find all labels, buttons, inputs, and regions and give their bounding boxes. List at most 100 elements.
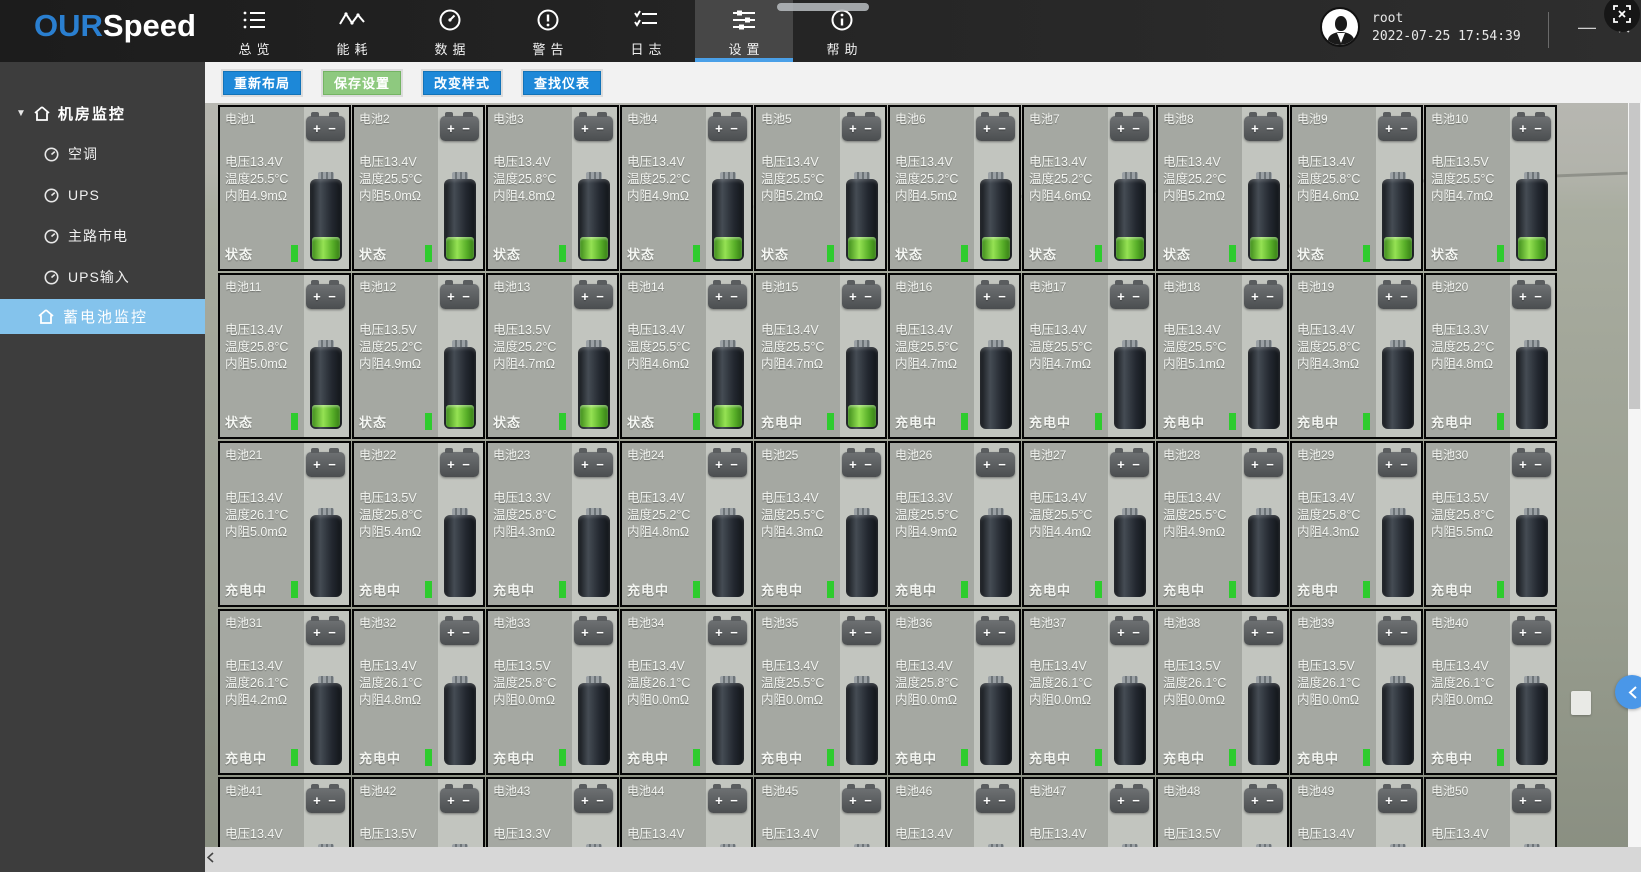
- battery-card[interactable]: 电池17 + − 电压13.4V 温度25.5°C 内阻4.7mΩ 充电中: [1022, 273, 1155, 439]
- battery-card[interactable]: 电池30 + − 电压13.5V 温度25.8°C 内阻5.5mΩ 充电中: [1424, 441, 1557, 607]
- battery-terminals-icon[interactable]: + −: [842, 116, 881, 141]
- battery-terminals-icon[interactable]: + −: [306, 116, 345, 141]
- battery-terminals-icon[interactable]: + −: [574, 788, 613, 813]
- battery-card[interactable]: 电池31 + − 电压13.4V 温度26.1°C 内阻4.2mΩ 充电中: [218, 609, 351, 775]
- battery-card[interactable]: 电池39 + − 电压13.5V 温度26.1°C 内阻0.0mΩ 充电中: [1290, 609, 1423, 775]
- battery-card[interactable]: 电池22 + − 电压13.5V 温度25.8°C 内阻5.4mΩ 充电中: [352, 441, 485, 607]
- battery-terminals-icon[interactable]: + −: [842, 452, 881, 477]
- battery-card[interactable]: 电池35 + − 电压13.4V 温度25.5°C 内阻0.0mΩ 充电中: [754, 609, 887, 775]
- battery-card[interactable]: 电池16 + − 电压13.4V 温度25.5°C 内阻4.7mΩ 充电中: [888, 273, 1021, 439]
- battery-card[interactable]: 电池47 + − 电压13.4V: [1022, 777, 1155, 847]
- battery-terminals-icon[interactable]: + −: [574, 620, 613, 645]
- sidebar-item-mains[interactable]: 主路市电: [0, 222, 205, 250]
- battery-terminals-icon[interactable]: + −: [574, 116, 613, 141]
- battery-card[interactable]: 电池2 + − 电压13.4V 温度25.5°C 内阻5.0mΩ 状态: [352, 105, 485, 271]
- sidebar-group-room-monitor[interactable]: ▼ 机房监控: [0, 98, 205, 128]
- battery-card[interactable]: 电池45 + − 电压13.4V: [754, 777, 887, 847]
- battery-terminals-icon[interactable]: + −: [842, 620, 881, 645]
- battery-terminals-icon[interactable]: + −: [440, 284, 479, 309]
- battery-terminals-icon[interactable]: + −: [1378, 788, 1417, 813]
- tree-expand-caret-icon[interactable]: ▼: [16, 108, 26, 119]
- battery-card[interactable]: 电池10 + − 电压13.5V 温度25.5°C 内阻4.7mΩ 状态: [1424, 105, 1557, 271]
- minimize-button[interactable]: —: [1572, 14, 1602, 40]
- battery-terminals-icon[interactable]: + −: [1110, 788, 1149, 813]
- battery-card[interactable]: 电池11 + − 电压13.4V 温度25.8°C 内阻5.0mΩ 状态: [218, 273, 351, 439]
- battery-card[interactable]: 电池26 + − 电压13.3V 温度25.5°C 内阻4.9mΩ 充电中: [888, 441, 1021, 607]
- change-style-button[interactable]: 改变样式: [423, 71, 501, 95]
- battery-card[interactable]: 电池6 + − 电压13.4V 温度25.2°C 内阻4.5mΩ 状态: [888, 105, 1021, 271]
- battery-card[interactable]: 电池32 + − 电压13.4V 温度26.1°C 内阻4.8mΩ 充电中: [352, 609, 485, 775]
- battery-terminals-icon[interactable]: + −: [440, 788, 479, 813]
- battery-terminals-icon[interactable]: + −: [1378, 620, 1417, 645]
- battery-card[interactable]: 电池49 + − 电压13.4V: [1290, 777, 1423, 847]
- battery-card[interactable]: 电池9 + − 电压13.4V 温度25.8°C 内阻4.6mΩ 状态: [1290, 105, 1423, 271]
- battery-card[interactable]: 电池33 + − 电压13.5V 温度25.8°C 内阻0.0mΩ 充电中: [486, 609, 619, 775]
- battery-card[interactable]: 电池19 + − 电压13.4V 温度25.8°C 内阻4.3mΩ 充电中: [1290, 273, 1423, 439]
- battery-card[interactable]: 电池20 + − 电压13.3V 温度25.2°C 内阻4.8mΩ 充电中: [1424, 273, 1557, 439]
- battery-terminals-icon[interactable]: + −: [440, 620, 479, 645]
- battery-card[interactable]: 电池38 + − 电压13.5V 温度26.1°C 内阻0.0mΩ 充电中: [1156, 609, 1289, 775]
- battery-terminals-icon[interactable]: + −: [1244, 788, 1283, 813]
- battery-terminals-icon[interactable]: + −: [708, 620, 747, 645]
- battery-terminals-icon[interactable]: + −: [306, 284, 345, 309]
- sidebar-item-aircon[interactable]: 空调: [0, 140, 205, 168]
- horizontal-scrollbar[interactable]: [205, 847, 1641, 872]
- battery-terminals-icon[interactable]: + −: [1512, 452, 1551, 477]
- battery-terminals-icon[interactable]: + −: [842, 788, 881, 813]
- sidebar-item-ups[interactable]: UPS: [0, 181, 205, 209]
- save-settings-button[interactable]: 保存设置: [323, 71, 401, 95]
- battery-terminals-icon[interactable]: + −: [1378, 116, 1417, 141]
- battery-card[interactable]: 电池44 + − 电压13.4V: [620, 777, 753, 847]
- battery-terminals-icon[interactable]: + −: [708, 788, 747, 813]
- battery-terminals-icon[interactable]: + −: [976, 452, 1015, 477]
- battery-card[interactable]: 电池42 + − 电压13.5V: [352, 777, 485, 847]
- battery-terminals-icon[interactable]: + −: [1110, 620, 1149, 645]
- tab-alerts[interactable]: 警告: [499, 0, 597, 62]
- battery-terminals-icon[interactable]: + −: [1512, 620, 1551, 645]
- battery-card[interactable]: 电池41 + − 电压13.4V: [218, 777, 351, 847]
- battery-card[interactable]: 电池21 + − 电压13.4V 温度26.1°C 内阻5.0mΩ 充电中: [218, 441, 351, 607]
- collapse-panel-button[interactable]: [1615, 675, 1641, 709]
- battery-card[interactable]: 电池28 + − 电压13.4V 温度25.5°C 内阻4.9mΩ 充电中: [1156, 441, 1289, 607]
- battery-card[interactable]: 电池25 + − 电压13.4V 温度25.5°C 内阻4.3mΩ 充电中: [754, 441, 887, 607]
- battery-terminals-icon[interactable]: + −: [708, 452, 747, 477]
- battery-terminals-icon[interactable]: + −: [1512, 284, 1551, 309]
- battery-card[interactable]: 电池3 + − 电压13.4V 温度25.8°C 内阻4.8mΩ 状态: [486, 105, 619, 271]
- scroll-left-arrow-icon[interactable]: [207, 852, 214, 863]
- vertical-scrollbar[interactable]: [1628, 103, 1641, 872]
- battery-card[interactable]: 电池34 + − 电压13.4V 温度26.1°C 内阻0.0mΩ 充电中: [620, 609, 753, 775]
- battery-terminals-icon[interactable]: + −: [440, 116, 479, 141]
- battery-card[interactable]: 电池27 + − 电压13.4V 温度25.5°C 内阻4.4mΩ 充电中: [1022, 441, 1155, 607]
- battery-terminals-icon[interactable]: + −: [842, 284, 881, 309]
- battery-terminals-icon[interactable]: + −: [306, 620, 345, 645]
- battery-terminals-icon[interactable]: + −: [1512, 116, 1551, 141]
- find-meter-button[interactable]: 查找仪表: [523, 71, 601, 95]
- battery-card[interactable]: 电池14 + − 电压13.4V 温度25.5°C 内阻4.6mΩ 状态: [620, 273, 753, 439]
- battery-card[interactable]: 电池40 + − 电压13.4V 温度26.1°C 内阻0.0mΩ 充电中: [1424, 609, 1557, 775]
- battery-terminals-icon[interactable]: + −: [708, 284, 747, 309]
- battery-card[interactable]: 电池50 + − 电压13.4V: [1424, 777, 1557, 847]
- battery-terminals-icon[interactable]: + −: [1378, 284, 1417, 309]
- battery-terminals-icon[interactable]: + −: [1512, 788, 1551, 813]
- battery-terminals-icon[interactable]: + −: [1110, 116, 1149, 141]
- battery-card[interactable]: 电池5 + − 电压13.4V 温度25.5°C 内阻5.2mΩ 状态: [754, 105, 887, 271]
- battery-card[interactable]: 电池15 + − 电压13.4V 温度25.5°C 内阻4.7mΩ 充电中: [754, 273, 887, 439]
- battery-terminals-icon[interactable]: + −: [574, 452, 613, 477]
- battery-card[interactable]: 电池12 + − 电压13.5V 温度25.2°C 内阻4.9mΩ 状态: [352, 273, 485, 439]
- battery-card[interactable]: 电池43 + − 电压13.3V: [486, 777, 619, 847]
- battery-terminals-icon[interactable]: + −: [1244, 284, 1283, 309]
- battery-card[interactable]: 电池18 + − 电压13.4V 温度25.5°C 内阻5.1mΩ 充电中: [1156, 273, 1289, 439]
- tab-logs[interactable]: 日志: [597, 0, 695, 62]
- battery-terminals-icon[interactable]: + −: [976, 116, 1015, 141]
- battery-card[interactable]: 电池23 + − 电压13.3V 温度25.8°C 内阻4.3mΩ 充电中: [486, 441, 619, 607]
- battery-terminals-icon[interactable]: + −: [1378, 452, 1417, 477]
- battery-terminals-icon[interactable]: + −: [976, 620, 1015, 645]
- battery-card[interactable]: 电池48 + − 电压13.5V: [1156, 777, 1289, 847]
- tab-data[interactable]: 数据: [401, 0, 499, 62]
- battery-card[interactable]: 电池46 + − 电压13.4V: [888, 777, 1021, 847]
- battery-terminals-icon[interactable]: + −: [1244, 452, 1283, 477]
- battery-terminals-icon[interactable]: + −: [1110, 284, 1149, 309]
- battery-terminals-icon[interactable]: + −: [306, 452, 345, 477]
- nav-scroll-thumb[interactable]: [777, 3, 869, 11]
- tab-energy[interactable]: 能耗: [303, 0, 401, 62]
